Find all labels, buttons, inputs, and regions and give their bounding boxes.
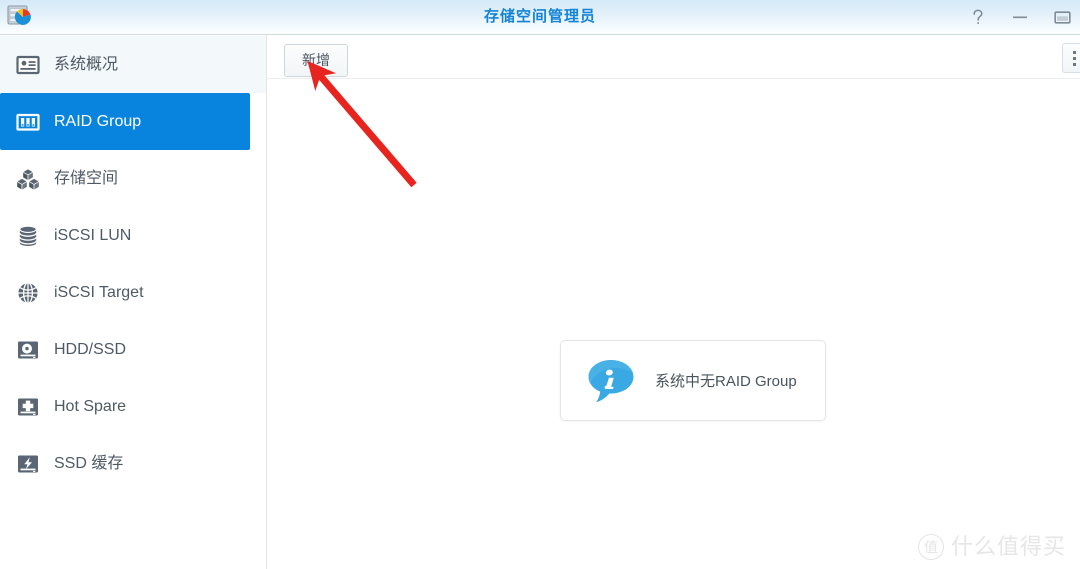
database-icon [14,222,42,250]
raid-bars-icon [14,108,42,136]
id-card-icon [14,51,42,79]
sidebar-item-label: 系统概况 [54,57,118,73]
more-vertical-icon[interactable] [1062,43,1080,73]
sidebar-item-ssd-cache[interactable]: SSD 缓存 [0,435,250,492]
hard-disk-icon [14,336,42,364]
watermark-badge: 值 [918,534,944,560]
sidebar-item-label: HDD/SSD [54,342,126,358]
sidebar: 系统概况 RAID Group [0,35,267,569]
window-body: 系统概况 RAID Group [0,35,1080,569]
watermark: 值 什么值得买 [918,534,1066,560]
disk-lightning-icon [14,450,42,478]
sidebar-item-storage-space[interactable]: 存储空间 [0,150,250,207]
disk-plus-icon [14,393,42,421]
sidebar-item-iscsi-target[interactable]: iSCSI Target [0,264,250,321]
sidebar-item-hot-spare[interactable]: Hot Spare [0,378,250,435]
sidebar-item-label: RAID Group [54,114,141,130]
empty-state-box: 系统中无RAID Group [560,340,826,421]
sidebar-item-label: iSCSI Target [54,285,144,301]
main-content: 新增 系统中 [267,35,1080,569]
cubes-icon [14,165,42,193]
sidebar-item-label: iSCSI LUN [54,228,131,244]
new-button[interactable]: 新增 [284,44,348,77]
storage-manager-window: 存储空间管理员 [0,0,1080,569]
window-controls [968,0,1072,34]
menu-dot [1073,57,1076,60]
empty-state-message: 系统中无RAID Group [655,370,797,391]
sidebar-item-system-overview[interactable]: 系统概况 [0,36,266,93]
globe-icon [14,279,42,307]
sidebar-item-iscsi-lun[interactable]: iSCSI LUN [0,207,250,264]
window-title: 存储空间管理员 [0,0,1080,34]
sidebar-item-label: 存储空间 [54,171,118,187]
sidebar-item-raid-group[interactable]: RAID Group [0,93,250,150]
minimize-button[interactable] [1010,7,1030,27]
watermark-text: 什么值得买 [951,536,1066,558]
raid-group-canvas: 系统中无RAID Group 值 什么值得买 [267,79,1080,568]
info-bubble-icon [585,355,637,407]
content-toolbar: 新增 [267,35,1080,79]
sidebar-item-label: Hot Spare [54,399,126,415]
maximize-button[interactable] [1052,7,1072,27]
menu-dot [1073,51,1076,54]
help-button[interactable] [968,7,988,27]
title-bar: 存储空间管理员 [0,0,1080,35]
sidebar-item-hdd-ssd[interactable]: HDD/SSD [0,321,250,378]
menu-dot [1073,63,1076,66]
sidebar-item-label: SSD 缓存 [54,456,123,472]
